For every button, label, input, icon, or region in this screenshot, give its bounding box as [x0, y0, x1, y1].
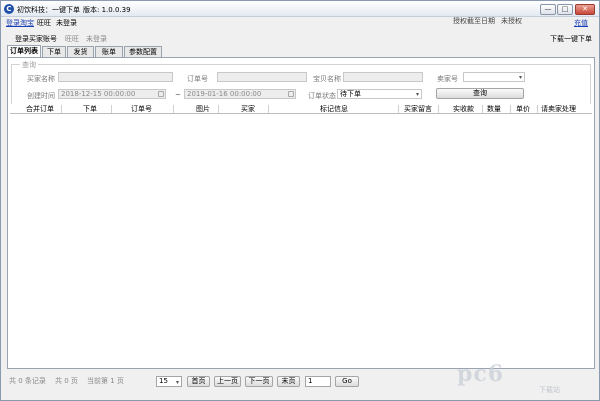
buyer-name-input[interactable]: [58, 72, 173, 82]
current-page-label: 当前第 1 页: [87, 377, 124, 385]
go-button[interactable]: Go: [335, 376, 359, 387]
tab-ship[interactable]: 发货: [67, 46, 94, 57]
total-records-label: 共 0 条记录: [9, 377, 46, 385]
prev-page-button[interactable]: 上一页: [214, 376, 241, 387]
col-unit-price[interactable]: 单价: [516, 105, 530, 113]
seller-no-label: 卖家号: [437, 75, 458, 83]
last-page-button[interactable]: 末页: [277, 376, 300, 387]
next-page-button[interactable]: 下一页: [245, 376, 273, 387]
order-no-input[interactable]: [217, 72, 307, 82]
tab-place-order[interactable]: 下单: [42, 46, 66, 57]
col-buyer-message[interactable]: 买家留言: [404, 105, 432, 113]
col-seller-handle[interactable]: 请卖家处理: [541, 105, 576, 113]
end-time-value: 2019-01-16 00:00:00: [187, 90, 262, 98]
download-one-click-button[interactable]: 下载一键下单: [550, 34, 592, 44]
window-title: 初饮科技：一键下单: [17, 6, 80, 14]
query-group-title: 查询: [20, 60, 38, 70]
tab-order-list[interactable]: 订单列表: [7, 45, 41, 57]
order-status-value: 待下单: [340, 90, 361, 98]
order-table-header: 合并订单 下单 订单号 图片 买家 标记信息 买家留言 实收款 数量 单价 请卖…: [10, 104, 592, 114]
app-logo-icon: C: [4, 4, 14, 14]
minimize-button[interactable]: —: [540, 4, 556, 15]
tab-settings[interactable]: 参数配置: [124, 46, 162, 57]
buyer-wangwang-status: 未登录: [86, 35, 107, 43]
product-name-input[interactable]: [343, 72, 423, 82]
col-quantity[interactable]: 数量: [487, 105, 501, 113]
auth-expiry-label: 授权截至日期: [453, 17, 495, 25]
col-received[interactable]: 实收款: [453, 105, 474, 113]
page-number-input[interactable]: 1: [305, 376, 331, 387]
version-label: 版本: 1.0.0.39: [83, 6, 131, 14]
chevron-down-icon: ▾: [518, 74, 522, 81]
recharge-link[interactable]: 充值: [574, 18, 588, 28]
start-time-picker[interactable]: 2018-12-15 00:00:00: [58, 89, 166, 99]
product-name-label: 宝贝名称: [313, 75, 341, 83]
auth-status: 未授权: [501, 17, 522, 25]
col-place-order[interactable]: 下单: [83, 105, 97, 113]
range-separator: ~: [175, 91, 181, 99]
order-status-label: 订单状态: [308, 92, 336, 100]
order-no-label: 订单号: [187, 75, 208, 83]
order-list-panel: 查询 买家名称 订单号 宝贝名称 卖家号 ▾ 创建时间 2018-12-15 0…: [7, 57, 595, 369]
buyer-wangwang-label: 旺旺: [65, 35, 79, 43]
tab-bills[interactable]: 账单: [95, 46, 123, 57]
maximize-button[interactable]: □: [557, 4, 573, 15]
col-image[interactable]: 图片: [196, 105, 210, 113]
wangwang-label: 旺旺: [37, 19, 51, 27]
chevron-down-icon: ▾: [175, 379, 179, 386]
title-bar: C 初饮科技：一键下单 版本: 1.0.0.39 — □ ✕: [1, 1, 599, 17]
seller-no-select[interactable]: ▾: [463, 72, 525, 82]
page-size-select[interactable]: 15 ▾: [156, 376, 182, 387]
order-status-select[interactable]: 待下单 ▾: [337, 89, 422, 99]
calendar-icon[interactable]: [158, 91, 164, 97]
calendar-icon[interactable]: [288, 91, 294, 97]
query-button[interactable]: 查询: [436, 88, 524, 99]
col-mark-info[interactable]: 标记信息: [320, 105, 348, 113]
chevron-down-icon: ▾: [415, 91, 419, 98]
end-time-picker[interactable]: 2019-01-16 00:00:00: [184, 89, 296, 99]
col-order-no[interactable]: 订单号: [131, 105, 152, 113]
start-time-value: 2018-12-15 00:00:00: [61, 90, 136, 98]
page-size-value: 15: [159, 377, 168, 385]
close-button[interactable]: ✕: [575, 4, 595, 15]
watermark-sub: 下载站: [539, 386, 560, 394]
main-window: C 初饮科技：一键下单 版本: 1.0.0.39 — □ ✕ 登录淘宝 旺旺 未…: [0, 0, 600, 401]
created-time-label: 创建时间: [27, 92, 55, 100]
first-page-button[interactable]: 首页: [187, 376, 210, 387]
wangwang-status: 未登录: [56, 19, 77, 27]
login-taobao-link[interactable]: 登录淘宝: [6, 18, 34, 28]
total-pages-label: 共 0 页: [55, 377, 78, 385]
query-group: 查询 买家名称 订单号 宝贝名称 卖家号 ▾ 创建时间 2018-12-15 0…: [11, 60, 591, 108]
login-buyer-account-button[interactable]: 登录买家账号: [15, 34, 57, 44]
watermark-brand: pc6: [457, 361, 505, 387]
site-watermark: pc6 下载站: [451, 351, 600, 401]
buyer-name-label: 买家名称: [27, 75, 55, 83]
col-merge-order[interactable]: 合并订单: [26, 105, 54, 113]
col-buyer[interactable]: 买家: [241, 105, 255, 113]
